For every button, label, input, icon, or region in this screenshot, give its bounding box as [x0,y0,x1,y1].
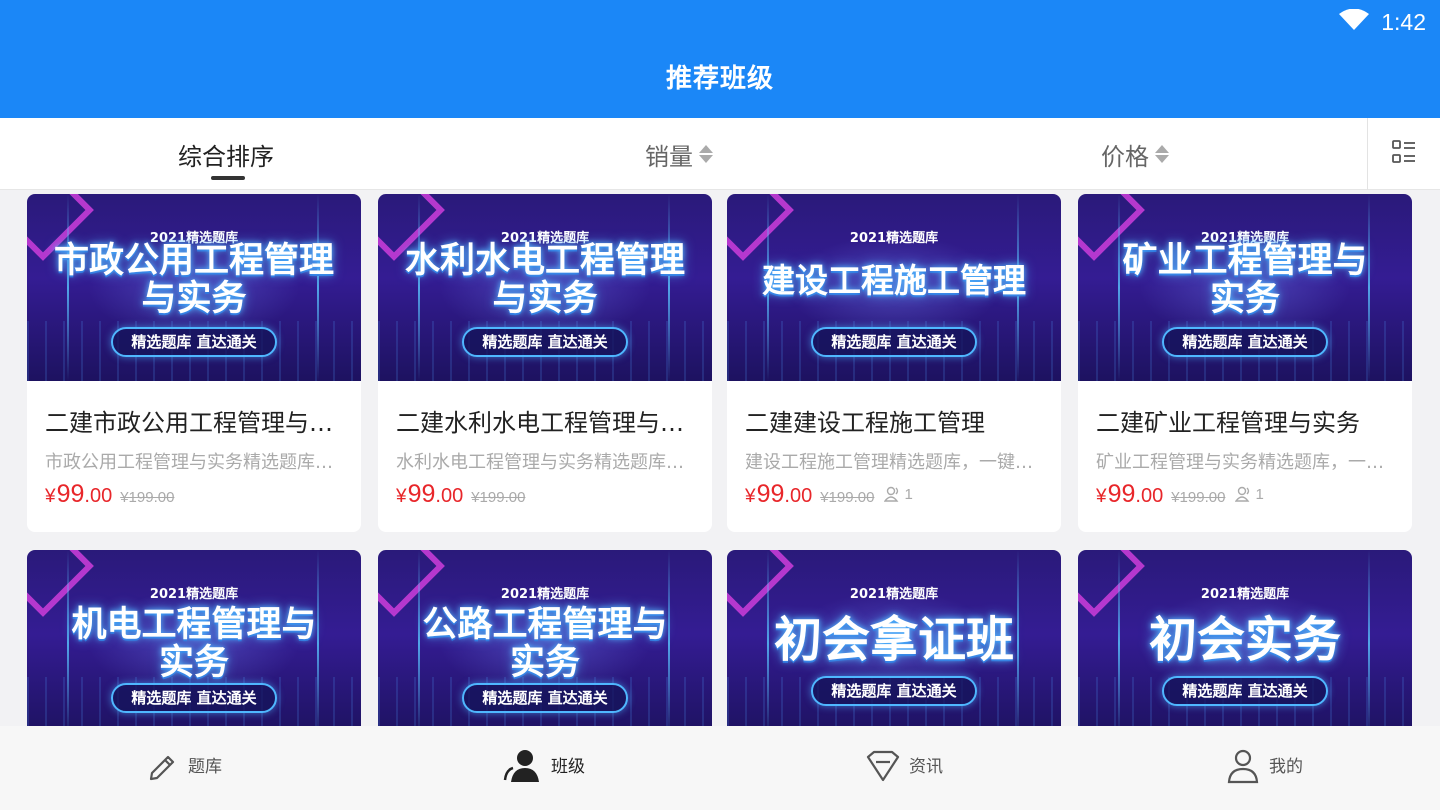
banner-subtitle: 2021精选题库 [849,231,939,246]
course-title: 二建水利水电工程管理与实务 [396,409,698,437]
banner-title: 初会拿证班 [773,612,1014,668]
price-row: ¥99.00 ¥199.00 1 [1096,480,1264,510]
sort-price-label: 价格 [1101,142,1149,171]
current-price: ¥99.00 [45,480,113,508]
banner-pill: 精选题库 直达通关 [1162,676,1328,706]
price-row: ¥99.00 ¥199.00 1 [745,480,913,510]
people-icon [884,486,899,502]
current-price: ¥99.00 [745,480,813,508]
banner-pill: 精选题库 直达通关 [111,683,277,713]
course-card[interactable]: 2021精选题库 矿业工程管理与实务 精选题库 直达通关 二建矿业工程管理与实务… [1078,194,1412,532]
course-card[interactable]: 2021精选题库 建设工程施工管理 精选题库 直达通关 二建建设工程施工管理 建… [727,194,1061,532]
enrolled-count: 1 [884,486,913,503]
tab-question-bank[interactable]: 题库 [146,726,222,810]
enrolled-count: 1 [1235,486,1264,503]
tab-label: 资讯 [909,756,943,777]
course-card[interactable]: 2021精选题库 市政公用工程管理与实务 精选题库 直达通关 二建市政公用工程管… [27,194,361,532]
course-card[interactable]: 2021精选题库 初会拿证班 精选题库 直达通关 [727,550,1061,726]
original-price: ¥199.00 [471,489,526,506]
banner-pill: 精选题库 直达通关 [1162,327,1328,357]
course-description: 矿业工程管理与实务精选题库，一键通关 [1096,452,1398,473]
tab-label: 题库 [188,756,222,777]
price-row: ¥99.00 ¥199.00 [45,480,174,510]
layout-toggle-button[interactable] [1367,118,1440,190]
original-price: ¥199.00 [1171,489,1226,506]
course-description: 建设工程施工管理精选题库，一键通关 [745,452,1047,473]
bottom-tab-bar: 题库 班级 资讯 我的 [0,726,1440,810]
banner-title: 市政公用工程管理与实务 [53,241,334,319]
course-card[interactable]: 2021精选题库 水利水电工程管理与实务 精选题库 直达通关 二建水利水电工程管… [378,194,712,532]
status-bar: 1:42 [1339,8,1426,36]
original-price: ¥199.00 [820,489,875,506]
course-card[interactable]: 2021精选题库 机电工程管理与实务 精选题库 直达通关 [27,550,361,726]
page-title: 推荐班级 [665,64,774,94]
banner-title: 矿业工程管理与实务 [1122,241,1368,319]
banner-pill: 精选题库 直达通关 [462,327,628,357]
pencil-icon [146,749,180,787]
tab-label: 班级 [551,756,585,777]
current-price: ¥99.00 [396,480,464,508]
active-sort-indicator [211,176,245,180]
course-card[interactable]: 2021精选题库 初会实务 精选题库 直达通关 [1078,550,1412,726]
banner-title: 机电工程管理与实务 [71,605,317,683]
course-banner: 2021精选题库 初会实务 精选题库 直达通关 [1078,550,1412,726]
sort-comprehensive-label: 综合排序 [178,142,274,171]
banner-title: 初会实务 [1148,612,1341,668]
banner-title: 建设工程施工管理 [762,261,1026,300]
status-time: 1:42 [1381,8,1426,35]
banner-pill: 精选题库 直达通关 [462,683,628,713]
course-banner: 2021精选题库 初会拿证班 精选题库 直达通关 [727,550,1061,726]
user-icon [1225,748,1261,788]
current-price: ¥99.00 [1096,480,1164,508]
tab-news[interactable]: 资讯 [865,726,943,810]
sort-sales-tab[interactable]: 销量 [645,118,713,190]
wifi-icon [1339,8,1370,35]
sort-sales-label: 销量 [645,142,693,171]
banner-title: 公路工程管理与实务 [422,605,668,683]
diamond-icon [865,749,901,787]
class-people-icon [503,748,543,788]
original-price: ¥199.00 [120,489,175,506]
banner-subtitle: 2021精选题库 [1200,587,1290,602]
course-title: 二建市政公用工程管理与实务 [45,409,347,437]
sort-bar: 综合排序 销量 价格 [0,118,1440,190]
app-bar: 1:42 推荐班级 [0,0,1440,118]
banner-pill: 精选题库 直达通关 [111,327,277,357]
course-grid: 2021精选题库 市政公用工程管理与实务 精选题库 直达通关 二建市政公用工程管… [0,190,1440,726]
course-banner: 2021精选题库 机电工程管理与实务 精选题库 直达通关 [27,550,361,726]
people-icon [1235,486,1250,502]
banner-subtitle: 2021精选题库 [849,587,939,602]
banner-pill: 精选题库 直达通关 [811,327,977,357]
banner-pill: 精选题库 直达通关 [811,676,977,706]
course-description: 水利水电工程管理与实务精选题库，一键通关 [396,452,698,473]
tab-classes[interactable]: 班级 [503,726,585,810]
tab-profile[interactable]: 我的 [1225,726,1303,810]
course-banner: 2021精选题库 建设工程施工管理 精选题库 直达通关 [727,194,1061,381]
price-row: ¥99.00 ¥199.00 [396,480,525,510]
course-description: 市政公用工程管理与实务精选题库，一键通关 [45,452,347,473]
banner-title: 水利水电工程管理与实务 [404,241,685,319]
list-grid-icon [1392,140,1416,168]
course-title: 二建矿业工程管理与实务 [1096,409,1360,437]
course-banner: 2021精选题库 水利水电工程管理与实务 精选题库 直达通关 [378,194,712,381]
course-banner: 2021精选题库 公路工程管理与实务 精选题库 直达通关 [378,550,712,726]
banner-subtitle: 2021精选题库 [149,587,239,602]
banner-subtitle: 2021精选题库 [500,587,590,602]
sort-arrows-icon [1155,143,1169,165]
course-banner: 2021精选题库 市政公用工程管理与实务 精选题库 直达通关 [27,194,361,381]
sort-price-tab[interactable]: 价格 [1101,118,1169,190]
course-title: 二建建设工程施工管理 [745,409,985,437]
tab-label: 我的 [1269,756,1303,777]
course-card[interactable]: 2021精选题库 公路工程管理与实务 精选题库 直达通关 [378,550,712,726]
course-banner: 2021精选题库 矿业工程管理与实务 精选题库 直达通关 [1078,194,1412,381]
sort-arrows-icon [699,143,713,165]
